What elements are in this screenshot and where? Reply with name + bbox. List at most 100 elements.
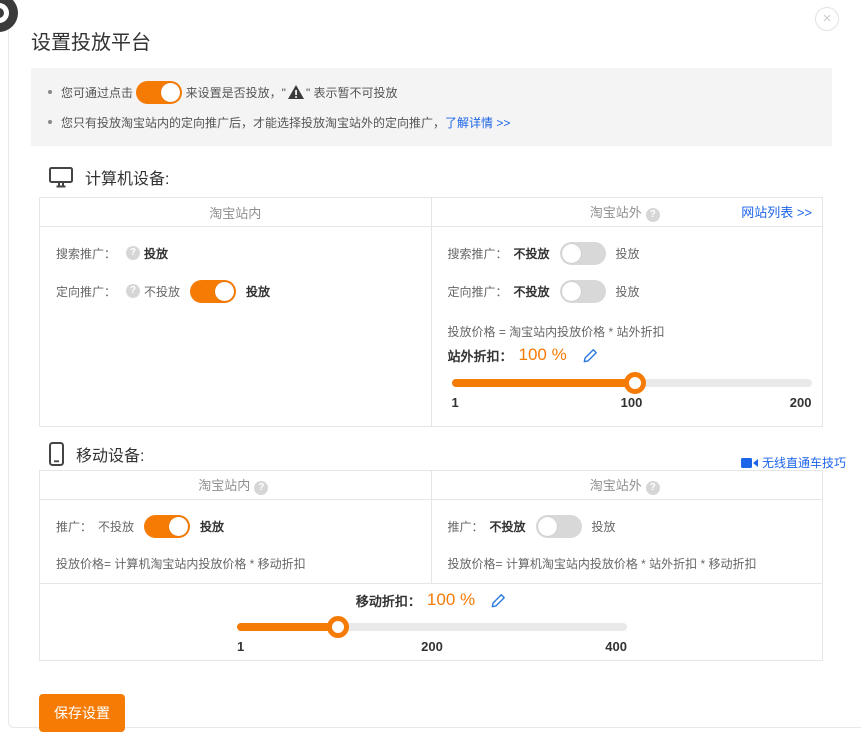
row-label: 定向推广： [448, 283, 508, 300]
mobile-offsite-cell: 推广： 不投放 投放 投放价格= 计算机淘宝站内投放价格 * 站外折扣 * 移动… [431, 500, 823, 584]
off-label: 不投放 [98, 518, 134, 535]
help-icon[interactable]: ? [254, 481, 268, 495]
mobile-discount-cell: 移动折扣： 100 % 1 200 [40, 584, 823, 661]
offsite-price-formula: 投放价格 = 淘宝站内投放价格 * 站外折扣 [448, 323, 665, 340]
toggle-knob [562, 244, 581, 263]
tick-min: 1 [237, 639, 244, 654]
slider-track[interactable] [237, 623, 627, 631]
mobile-offsite-promo-toggle[interactable] [536, 515, 582, 538]
slider-fill [237, 623, 338, 631]
monitor-icon [49, 167, 73, 188]
slider-fill [452, 379, 636, 387]
page-title: 设置投放平台 [31, 0, 861, 55]
mobile-offsite-header: 淘宝站外? [431, 471, 823, 500]
mobile-section-header: 移动设备: 无线直通车技巧 [31, 441, 832, 467]
tick-mid: 100 [621, 395, 643, 410]
notice-text: " 表示暂不可投放 [306, 84, 398, 101]
pc-onsite-target-row: 定向推广： ? 不投放 投放 [56, 279, 421, 303]
discount-label: 站外折扣： [448, 346, 513, 365]
bullet-icon [48, 90, 52, 94]
mobile-onsite-promo-toggle[interactable] [144, 515, 190, 538]
discount-label: 移动折扣： [356, 591, 421, 610]
offsite-discount-value: 100 % [519, 345, 567, 365]
video-icon [741, 457, 758, 469]
notice-box: 您可通过点击 来设置是否投放，" " 表示暂不可投放 您只有投放淘宝站内的定向推… [31, 68, 832, 146]
toggle-knob [169, 517, 188, 536]
wireless-tips-link[interactable]: 无线直通车技巧 [741, 454, 846, 471]
tick-min: 1 [452, 395, 459, 410]
edit-pencil-icon[interactable] [491, 593, 506, 608]
mobile-onsite-cell: 推广： 不投放 投放 投放价格= 计算机淘宝站内投放价格 * 移动折扣 [40, 500, 432, 584]
set-platform-dialog: × 设置投放平台 您可通过点击 来设置是否投放，" " 表示暂不可投放 您只有投… [8, 0, 861, 728]
toggle-knob [538, 517, 557, 536]
computer-onsite-header: 淘宝站内 [40, 198, 432, 227]
slider-ticks: 1 200 400 [237, 639, 627, 655]
slider-handle[interactable] [327, 616, 349, 638]
help-icon[interactable]: ? [126, 284, 140, 298]
pc-offsite-target-toggle[interactable] [560, 280, 606, 303]
warning-icon [288, 85, 304, 99]
help-icon[interactable]: ? [646, 481, 660, 495]
mobile-discount-slider: 1 200 400 [237, 623, 627, 655]
tick-max: 200 [790, 395, 812, 410]
column-header-label: 淘宝站外 [590, 478, 642, 493]
computer-section-title: 计算机设备: [85, 165, 169, 189]
save-settings-button[interactable]: 保存设置 [39, 694, 125, 732]
slider-track[interactable] [452, 379, 812, 387]
notice-line-2: 您只有投放淘宝站内的定向推广后，才能选择投放淘宝站外的定向推广， 了解详情 >> [45, 107, 818, 137]
on-label: 投放 [616, 283, 640, 300]
on-label: 投放 [616, 245, 640, 262]
offsite-discount-slider: 1 100 200 [452, 379, 812, 411]
toggle-knob [215, 282, 234, 301]
column-header-label: 淘宝站内 [198, 478, 250, 493]
help-icon[interactable]: ? [126, 246, 140, 260]
slider-handle[interactable] [624, 372, 646, 394]
notice-text: 您可通过点击 [61, 84, 136, 101]
notice-text: 您只有投放淘宝站内的定向推广后，才能选择投放淘宝站外的定向推广， [61, 114, 445, 131]
column-header-label: 淘宝站外 [590, 205, 642, 220]
row-label: 推广： [448, 518, 484, 535]
help-icon[interactable]: ? [646, 208, 660, 222]
pc-offsite-target-row: 定向推广： 不投放 投放 [448, 279, 813, 303]
column-header-label: 淘宝站内 [209, 206, 261, 221]
site-list-link[interactable]: 网站列表 >> [741, 198, 812, 227]
on-label: 投放 [200, 518, 224, 535]
notice-line-1: 您可通过点击 来设置是否投放，" " 表示暂不可投放 [45, 77, 818, 107]
pc-offsite-search-row: 搜索推广： 不投放 投放 [448, 241, 813, 265]
computer-table: 淘宝站内 淘宝站外? 网站列表 >> 搜索推广： ? 投放 定向推广： ? [39, 197, 823, 427]
row-label: 搜索推广： [448, 245, 508, 262]
off-label: 不投放 [514, 245, 550, 262]
pc-offsite-search-toggle[interactable] [560, 242, 606, 265]
row-label: 推广： [56, 518, 92, 535]
computer-onsite-cell: 搜索推广： ? 投放 定向推广： ? 不投放 投放 [40, 227, 432, 427]
learn-more-link[interactable]: 了解详情 >> [445, 114, 510, 131]
on-label: 投放 [592, 518, 616, 535]
toggle-knob [562, 282, 581, 301]
tick-mid: 200 [421, 639, 443, 654]
edit-pencil-icon[interactable] [583, 348, 598, 363]
row-label: 搜索推广： [56, 245, 116, 262]
mobile-offsite-promo-row: 推广： 不投放 投放 [448, 514, 813, 538]
mobile-onsite-price-formula: 投放价格= 计算机淘宝站内投放价格 * 移动折扣 [56, 555, 306, 572]
notice-text: 来设置是否投放，" [182, 84, 286, 101]
mobile-section-title: 移动设备: [76, 442, 144, 466]
mobile-onsite-header: 淘宝站内? [40, 471, 432, 500]
computer-offsite-header: 淘宝站外? 网站列表 >> [431, 198, 823, 227]
mobile-table: 淘宝站内? 淘宝站外? 推广： 不投放 投放 投放价格= 计算机淘宝站内投放价格… [39, 470, 823, 661]
phone-icon [49, 442, 64, 466]
mobile-offsite-price-formula: 投放价格= 计算机淘宝站内投放价格 * 站外折扣 * 移动折扣 [448, 555, 757, 572]
example-toggle[interactable] [136, 81, 182, 104]
mobile-onsite-promo-row: 推广： 不投放 投放 [56, 514, 421, 538]
off-label: 不投放 [144, 283, 180, 300]
off-label: 不投放 [490, 518, 526, 535]
bullet-icon [48, 120, 52, 124]
computer-offsite-cell: 搜索推广： 不投放 投放 定向推广： 不投放 投放 投放价格 = 淘宝站内投放价… [431, 227, 823, 427]
tips-link-label: 无线直通车技巧 [762, 454, 846, 471]
search-status-value: 投放 [144, 245, 168, 262]
row-label: 定向推广： [56, 283, 116, 300]
tick-max: 400 [605, 639, 627, 654]
toggle-knob [161, 83, 180, 102]
off-label: 不投放 [514, 283, 550, 300]
pc-onsite-target-toggle[interactable] [190, 280, 236, 303]
computer-section-header: 计算机设备: [31, 164, 861, 190]
